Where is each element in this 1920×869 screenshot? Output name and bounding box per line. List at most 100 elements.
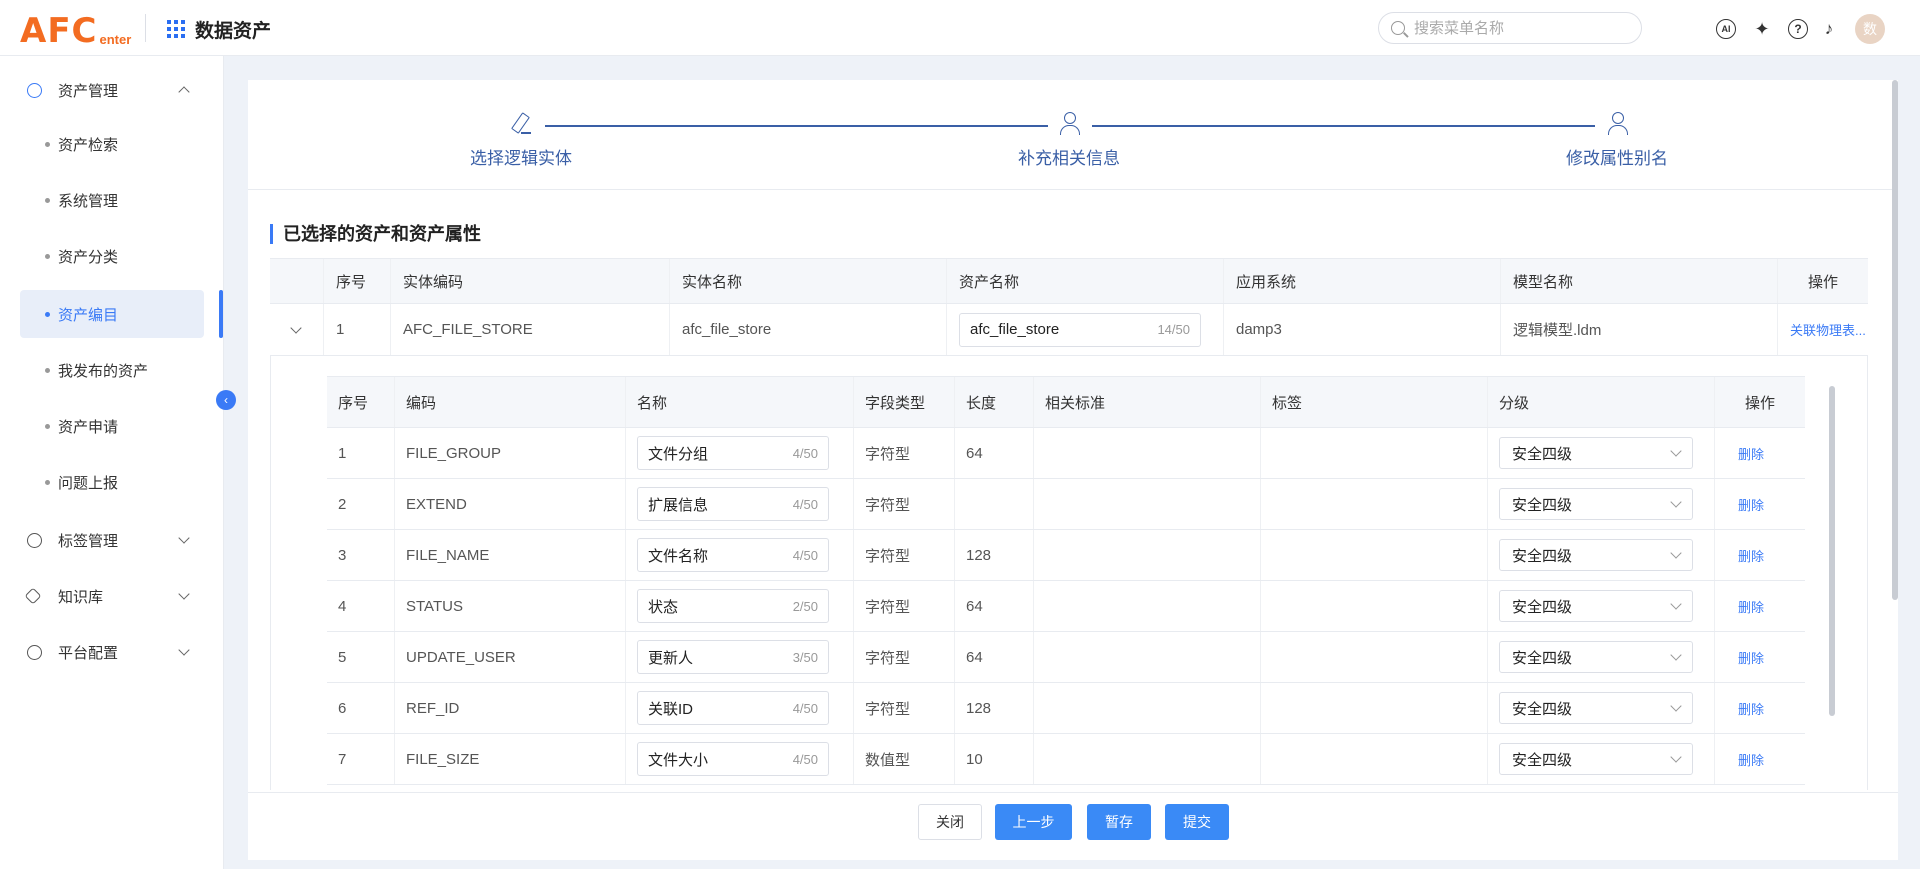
header-cell: 编码 [395, 377, 626, 427]
field-name-cell: 状态 2/50 [626, 581, 854, 631]
section-title: 已选择的资产和资产属性 [270, 224, 481, 244]
save-draft-button[interactable]: 暂存 [1087, 804, 1151, 840]
security-level-select[interactable]: 安全四级 [1499, 590, 1693, 622]
delete-link[interactable]: 删除 [1726, 495, 1764, 514]
bullet-dot [45, 197, 50, 203]
header-divider [145, 14, 146, 42]
sidebar-item-label: 资产检索 [58, 136, 119, 154]
sidebar-group-platform-config[interactable]: 平台配置 [0, 632, 224, 672]
close-button[interactable]: 关闭 [918, 804, 982, 840]
sidebar-item-asset-catalog[interactable]: 资产编目 [20, 290, 204, 338]
search-input[interactable] [1414, 19, 1614, 37]
header-cell-expand [270, 259, 324, 303]
sidebar-group-label: 平台配置 [58, 644, 119, 662]
sidebar-item-issue-report[interactable]: 问题上报 [20, 458, 204, 506]
app-grid-icon[interactable] [167, 20, 185, 38]
prev-step-button[interactable]: 上一步 [995, 804, 1072, 840]
sidebar-item-label: 资产编目 [58, 306, 119, 324]
level-cell: 安全四级 [1488, 734, 1715, 784]
security-level-select[interactable]: 安全四级 [1499, 641, 1693, 673]
header-cell: 序号 [324, 259, 391, 303]
active-indicator [219, 290, 223, 338]
footer-bar [248, 792, 1898, 860]
field-name-input[interactable]: 文件名称 4/50 [637, 538, 829, 572]
header-cell: 字段类型 [854, 377, 955, 427]
bullet-dot [45, 367, 50, 373]
field-type: 字符型 [854, 428, 955, 478]
ai-icon[interactable]: AI [1716, 19, 1736, 39]
field-name-value: 文件分组 [648, 445, 709, 463]
sidebar-group-label: 标签管理 [58, 532, 119, 550]
field-code: STATUS [395, 581, 626, 631]
chevron-down-icon [178, 644, 190, 656]
delete-link[interactable]: 删除 [1726, 546, 1764, 565]
sidebar-collapse-button[interactable]: ‹ [216, 390, 236, 410]
field-name-value: 文件名称 [648, 547, 709, 565]
page-scrollbar[interactable] [1892, 80, 1898, 600]
sidebar-item-my-published[interactable]: 我发布的资产 [20, 346, 204, 394]
delete-link[interactable]: 删除 [1726, 597, 1764, 616]
field-name-input[interactable]: 关联ID 4/50 [637, 691, 829, 725]
menu-search[interactable] [1378, 12, 1642, 44]
field-name-input[interactable]: 文件分组 4/50 [637, 436, 829, 470]
field-name-cell: 文件名称 4/50 [626, 530, 854, 580]
sidebar-group-knowledge-base[interactable]: 知识库 [0, 576, 224, 616]
security-level-select[interactable]: 安全四级 [1499, 692, 1693, 724]
security-level-value: 安全四级 [1512, 496, 1573, 514]
delete-link[interactable]: 删除 [1726, 444, 1764, 463]
pencil-icon [510, 112, 532, 134]
field-name-input[interactable]: 更新人 3/50 [637, 640, 829, 674]
sidebar-item-asset-apply[interactable]: 资产申请 [20, 402, 204, 450]
logo[interactable]: AFC enter [20, 8, 131, 48]
table-row: 4 STATUS 状态 2/50 字符型 64 安全四级 删除 [327, 581, 1805, 632]
sidebar-item-asset-search[interactable]: 资产检索 [20, 120, 204, 168]
sidebar-item-asset-category[interactable]: 资产分类 [20, 232, 204, 280]
action-cell: 删除 [1715, 581, 1805, 631]
chevron-down-icon [1670, 547, 1682, 559]
security-level-select[interactable]: 安全四级 [1499, 743, 1693, 775]
header-cell: 实体名称 [670, 259, 947, 303]
expanded-attributes: 序号 编码 名称 字段类型 长度 相关标准 标签 分级 操作 1 FILE_GRO… [270, 356, 1868, 790]
char-count: 4/50 [792, 496, 818, 512]
step-supplement-info: 补充相关信息 [969, 112, 1169, 169]
action-cell: 删除 [1715, 683, 1805, 733]
logo-sub-text: enter [99, 32, 132, 47]
main-content: 选择逻辑实体 补充相关信息 修改属性别名 已选择的资产和资产属性 序号 实体编码… [248, 80, 1898, 860]
field-name-input[interactable]: 文件大小 4/50 [637, 742, 829, 776]
level-cell: 安全四级 [1488, 479, 1715, 529]
field-name-input[interactable]: 状态 2/50 [637, 589, 829, 623]
chevron-down-icon [1670, 598, 1682, 610]
inner-scrollbar[interactable] [1829, 386, 1835, 716]
field-type: 字符型 [854, 683, 955, 733]
security-level-select[interactable]: 安全四级 [1499, 437, 1693, 469]
security-level-select[interactable]: 安全四级 [1499, 539, 1693, 571]
field-name-value: 关联ID [648, 700, 694, 718]
bullet-dot [45, 479, 50, 485]
header-cell: 标签 [1261, 377, 1488, 427]
field-tags [1261, 632, 1488, 682]
bullet-dot [45, 141, 50, 147]
related-standard [1034, 530, 1261, 580]
avatar[interactable]: 数 [1855, 14, 1885, 44]
bullet-dot [45, 311, 50, 317]
expand-toggle[interactable] [270, 304, 324, 355]
field-name-input[interactable]: 扩展信息 4/50 [637, 487, 829, 521]
delete-link[interactable]: 删除 [1726, 750, 1764, 769]
sidebar-group-tag-management[interactable]: 标签管理 [0, 520, 224, 560]
sidebar-item-system-management[interactable]: 系统管理 [20, 176, 204, 224]
delete-link[interactable]: 删除 [1726, 648, 1764, 667]
action-cell: 删除 [1715, 530, 1805, 580]
bullet-dot [45, 253, 50, 259]
link-physical-table-link[interactable]: 关联物理表... [1790, 320, 1866, 339]
submit-button[interactable]: 提交 [1165, 804, 1229, 840]
asset-name-input[interactable]: afc_file_store 14/50 [959, 312, 1201, 347]
plugin-icon[interactable]: ✦ [1752, 19, 1772, 39]
sidebar-item-label: 资产申请 [58, 418, 119, 436]
row-index: 4 [327, 581, 395, 631]
help-icon[interactable]: ? [1788, 19, 1808, 39]
attributes-table: 序号 编码 名称 字段类型 长度 相关标准 标签 分级 操作 1 FILE_GRO… [327, 376, 1805, 785]
sidebar-group-asset-management[interactable]: 资产管理 [0, 70, 224, 110]
delete-link[interactable]: 删除 [1726, 699, 1764, 718]
bell-icon[interactable]: ♪ [1819, 19, 1839, 39]
security-level-select[interactable]: 安全四级 [1499, 488, 1693, 520]
